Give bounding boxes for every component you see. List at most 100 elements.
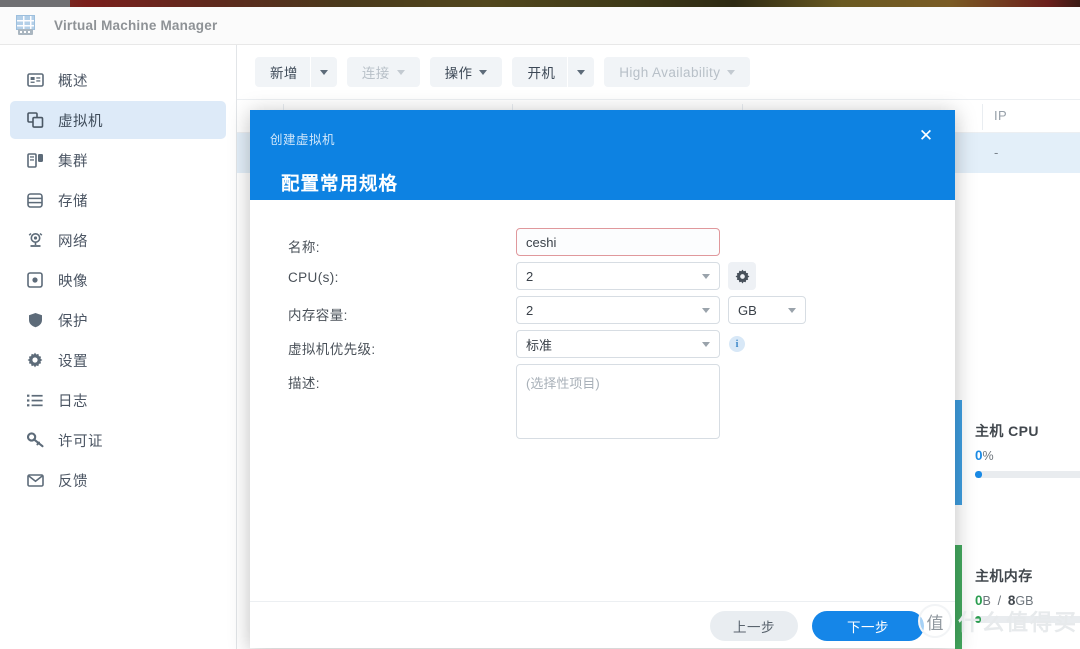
vmm-grid-icon: [14, 14, 38, 38]
cpu-select-value: 2: [526, 269, 533, 284]
shield-icon: [24, 310, 46, 330]
chevron-down-icon: [702, 274, 710, 279]
connect-button[interactable]: 连接: [347, 57, 420, 87]
sidebar-item-label: 概述: [58, 70, 88, 91]
sidebar-item-label: 设置: [58, 350, 88, 371]
poweron-dropdown-arrow[interactable]: [568, 57, 594, 87]
sidebar-item-label: 日志: [58, 390, 88, 411]
memory-label: 内存容量:: [288, 304, 348, 324]
close-icon[interactable]: ✕: [916, 126, 936, 146]
sidebar-item-label: 存储: [58, 190, 88, 211]
vm-copy-icon: [24, 110, 46, 130]
chevron-down-icon: [702, 308, 710, 313]
chevron-down-icon: [727, 70, 735, 75]
chevron-down-icon: [788, 308, 796, 313]
column-header-ip: IP: [994, 108, 1007, 123]
chevron-down-icon: [320, 70, 328, 75]
description-placeholder: (选择性项目): [526, 376, 600, 391]
host-memory-progress: [975, 616, 1080, 623]
sidebar-item-cluster[interactable]: 集群: [10, 141, 226, 179]
dialog-title: 配置常用规格: [281, 170, 398, 196]
cpu-settings-gear-icon[interactable]: [728, 262, 756, 290]
name-input-value: ceshi: [526, 235, 556, 250]
host-memory-accent-bar: [955, 545, 962, 649]
column-divider: [982, 104, 983, 130]
image-disk-icon: [24, 270, 46, 290]
previous-step-button[interactable]: 上一步: [710, 611, 798, 641]
dialog-footer: 上一步 下一步: [250, 601, 955, 648]
sidebar-item-image[interactable]: 映像: [10, 261, 226, 299]
cpu-label: CPU(s):: [288, 270, 339, 285]
host-cpu-progress: [975, 471, 1080, 478]
app-header: Virtual Machine Manager: [0, 7, 1080, 45]
sidebar-item-network[interactable]: 网络: [10, 221, 226, 259]
memory-unit-select[interactable]: GB: [728, 296, 806, 324]
dialog-breadcrumb: 创建虚拟机: [270, 129, 335, 148]
app-title: Virtual Machine Manager: [54, 18, 217, 33]
add-dropdown-arrow[interactable]: [311, 57, 337, 87]
key-icon: [24, 430, 46, 450]
mail-icon: [24, 470, 46, 490]
memory-unit-value: GB: [738, 303, 757, 318]
dialog-body: 名称: ceshi CPU(s): 2 内存容量: 2 GB: [250, 200, 955, 601]
add-button[interactable]: 新增: [255, 57, 310, 87]
desktop-strip-left: [0, 0, 70, 7]
sidebar-item-label: 保护: [58, 310, 88, 331]
memory-select[interactable]: 2: [516, 296, 720, 324]
overview-icon: [24, 70, 46, 90]
cpu-select[interactable]: 2: [516, 262, 720, 290]
sidebar-item-license[interactable]: 许可证: [10, 421, 226, 459]
priority-label: 虚拟机优先级:: [288, 338, 376, 358]
list-icon: [24, 390, 46, 410]
high-availability-button[interactable]: High Availability: [604, 57, 750, 87]
chevron-down-icon: [479, 70, 487, 75]
name-label: 名称:: [288, 236, 320, 256]
dialog-header: 创建虚拟机 ✕ 配置常用规格: [250, 110, 955, 200]
add-split-button[interactable]: 新增: [255, 57, 337, 87]
chevron-down-icon: [577, 70, 585, 75]
sidebar-item-feedback[interactable]: 反馈: [10, 461, 226, 499]
sidebar: 概述 虚拟机 集群 存储 网络: [0, 45, 237, 649]
description-label: 描述:: [288, 372, 320, 392]
cluster-icon: [24, 150, 46, 170]
poweron-button[interactable]: 开机: [512, 57, 567, 87]
host-cpu-accent-bar: [955, 400, 962, 505]
host-cpu-title: 主机 CPU: [975, 421, 1080, 441]
sidebar-item-label: 虚拟机: [58, 110, 103, 131]
sidebar-item-protection[interactable]: 保护: [10, 301, 226, 339]
action-label: 操作: [445, 62, 473, 82]
sidebar-item-overview[interactable]: 概述: [10, 61, 226, 99]
sidebar-item-settings[interactable]: 设置: [10, 341, 226, 379]
vm-toolbar: 新增 连接 操作 开机 High Availability: [237, 45, 1080, 99]
poweron-split-button[interactable]: 开机: [512, 57, 594, 87]
storage-icon: [24, 190, 46, 210]
network-icon: [24, 230, 46, 250]
next-step-button[interactable]: 下一步: [812, 611, 924, 641]
sidebar-item-label: 集群: [58, 150, 88, 171]
priority-select[interactable]: 标准: [516, 330, 720, 358]
sidebar-item-log[interactable]: 日志: [10, 381, 226, 419]
priority-select-value: 标准: [526, 335, 552, 354]
chevron-down-icon: [397, 70, 405, 75]
sidebar-item-label: 许可证: [58, 430, 103, 451]
ha-label: High Availability: [619, 65, 720, 80]
priority-info-icon[interactable]: i: [729, 336, 745, 352]
sidebar-item-virtual-machines[interactable]: 虚拟机: [10, 101, 226, 139]
table-cell-ip: -: [994, 145, 998, 160]
sidebar-item-label: 网络: [58, 230, 88, 251]
memory-select-value: 2: [526, 303, 533, 318]
chevron-down-icon: [702, 342, 710, 347]
desktop-background-strip: [0, 0, 1080, 7]
name-input[interactable]: ceshi: [516, 228, 720, 256]
connect-label: 连接: [362, 62, 390, 82]
gear-icon: [24, 350, 46, 370]
host-memory-stat: 主机内存 0B / 8GB: [975, 566, 1080, 623]
sidebar-item-storage[interactable]: 存储: [10, 181, 226, 219]
screen-root: Virtual Machine Manager 概述 虚拟机 集群 存: [0, 0, 1080, 649]
create-vm-dialog: 创建虚拟机 ✕ 配置常用规格 名称: ceshi CPU(s): 2 内存容量:…: [250, 110, 955, 648]
action-button[interactable]: 操作: [430, 57, 503, 87]
description-textarea[interactable]: (选择性项目): [516, 364, 720, 439]
sidebar-item-label: 映像: [58, 270, 88, 291]
host-memory-title: 主机内存: [975, 566, 1080, 586]
host-cpu-stat: 主机 CPU 0%: [975, 421, 1080, 478]
